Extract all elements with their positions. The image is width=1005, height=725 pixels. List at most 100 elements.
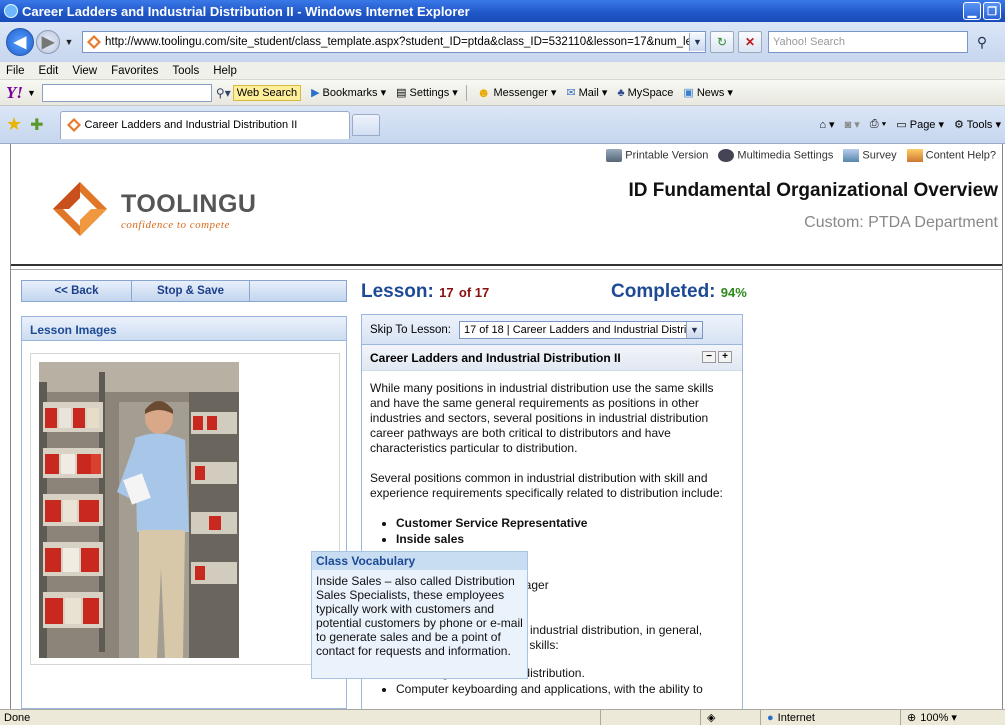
address-toolbar: ◀ ▶ ▼ http://www.toolingu.com/site_stude… bbox=[0, 22, 1005, 62]
content-help-link[interactable]: Content Help? bbox=[906, 149, 996, 162]
history-dropdown-icon[interactable]: ▼ bbox=[62, 37, 76, 47]
menu-view[interactable]: View bbox=[72, 65, 97, 77]
tab-current[interactable]: Career Ladders and Industrial Distributi… bbox=[59, 110, 350, 139]
messenger-button[interactable]: ☻ Messenger ▾ bbox=[477, 85, 557, 100]
feeds-icon[interactable]: ◙ ▾ bbox=[845, 118, 860, 131]
yahoo-logo-icon[interactable]: Y! bbox=[6, 83, 23, 103]
printable-version-link[interactable]: Printable Version bbox=[606, 149, 708, 162]
address-bar[interactable]: http://www.toolingu.com/site_student/cla… bbox=[82, 31, 706, 53]
menu-edit[interactable]: Edit bbox=[39, 65, 59, 77]
command-bar: ⌂ ▾ ◙ ▾ ⎙ ▾ ▭ Page ▾ ⚙ Tools ▾ bbox=[819, 118, 1001, 131]
search-icon[interactable]: ⚲ bbox=[970, 31, 994, 53]
obscured-paragraph-fragment-1: n industrial distribution, in general, bbox=[520, 623, 703, 637]
myspace-button[interactable]: ♣ MySpace bbox=[617, 87, 673, 99]
page-menu[interactable]: ▭ Page ▾ bbox=[896, 118, 944, 131]
tab-bar: ★ ✚ Career Ladders and Industrial Distri… bbox=[0, 106, 1005, 144]
zoom-level: 100% bbox=[920, 711, 949, 724]
yahoo-toolbar: Y! ▼ ⚲▾ Web Search ▶ Bookmarks ▾ ▤ Settin… bbox=[0, 80, 1005, 106]
yahoo-search-input[interactable] bbox=[41, 83, 212, 102]
multimedia-icon bbox=[718, 149, 735, 162]
stop-icon[interactable]: ✕ bbox=[738, 31, 762, 53]
mail-icon: ✉ bbox=[566, 87, 576, 99]
utility-links: Printable Version Multimedia Settings Su… bbox=[606, 149, 996, 162]
bookmarks-button[interactable]: ▶ Bookmarks ▾ bbox=[311, 86, 386, 100]
decrease-text-icon[interactable]: − bbox=[702, 351, 716, 363]
status-bar: Done ◈ ● Internet ⊕ 100% ▾ bbox=[0, 709, 1005, 725]
window-title: Career Ladders and Industrial Distributi… bbox=[22, 3, 470, 19]
yahoo-dropdown-icon[interactable]: ▼ bbox=[27, 88, 36, 98]
maximize-button[interactable]: ❐ bbox=[983, 2, 1001, 20]
lesson-images-panel: Lesson Images bbox=[21, 316, 347, 709]
refresh-icon[interactable]: ↻ bbox=[710, 31, 734, 53]
internet-zone: ● Internet bbox=[760, 709, 900, 725]
list-item: Customer Service Representative bbox=[396, 516, 734, 531]
content-help-label: Content Help? bbox=[925, 149, 996, 162]
multimedia-settings-link[interactable]: Multimedia Settings bbox=[718, 149, 833, 162]
tools-menu[interactable]: ⚙ Tools ▾ bbox=[954, 118, 1001, 131]
survey-link[interactable]: Survey bbox=[843, 149, 897, 162]
print-icon[interactable]: ⎙ ▾ bbox=[870, 118, 886, 131]
photo-frame bbox=[30, 353, 340, 665]
increase-text-icon[interactable]: + bbox=[718, 351, 732, 363]
warehouse-worker-photo bbox=[39, 362, 239, 658]
myspace-icon: ♣ bbox=[617, 86, 625, 99]
myspace-label: MySpace bbox=[627, 86, 674, 99]
menu-help[interactable]: Help bbox=[213, 65, 237, 77]
menu-tools[interactable]: Tools bbox=[172, 65, 199, 77]
tab-title: Career Ladders and Industrial Distributi… bbox=[84, 119, 298, 131]
new-tab-button[interactable] bbox=[351, 113, 380, 136]
toolingu-logo-icon bbox=[53, 182, 107, 236]
positions-list: Customer Service Representative Inside s… bbox=[396, 516, 734, 547]
search-input[interactable]: Yahoo! Search bbox=[768, 31, 968, 53]
brand-tagline: confidence to compete bbox=[121, 219, 230, 231]
chevron-down-icon[interactable]: ▼ bbox=[685, 321, 702, 338]
bookmarks-label: Bookmarks bbox=[322, 86, 378, 99]
web-search-button[interactable]: Web Search bbox=[232, 84, 302, 101]
lesson-label: Lesson: bbox=[361, 281, 434, 302]
zoom-control[interactable]: ⊕ 100% ▾ bbox=[900, 709, 1005, 725]
help-icon bbox=[906, 149, 923, 162]
news-label: News bbox=[696, 86, 725, 99]
bookmark-icon: ▶ bbox=[311, 87, 320, 99]
class-vocabulary-popup: Class Vocabulary Inside Sales – also cal… bbox=[311, 551, 528, 679]
lesson-title: Career Ladders and Industrial Distributi… bbox=[370, 350, 621, 365]
menu-favorites[interactable]: Favorites bbox=[111, 65, 158, 77]
menu-bar: File Edit View Favorites Tools Help bbox=[0, 62, 1005, 80]
page-menu-label: Page bbox=[909, 119, 936, 131]
vocabulary-title: Class Vocabulary bbox=[312, 552, 527, 570]
home-icon[interactable]: ⌂ ▾ bbox=[819, 118, 834, 131]
mail-button[interactable]: ✉ Mail ▾ bbox=[566, 86, 607, 100]
news-icon: ▣ bbox=[683, 87, 694, 99]
site-favicon-icon bbox=[66, 118, 81, 132]
forward-arrow-icon[interactable]: ▶ bbox=[36, 30, 60, 54]
add-favorite-icon[interactable]: ✚ bbox=[30, 115, 43, 135]
zone-label: Internet bbox=[777, 711, 815, 724]
search-icon[interactable]: ⚲▾ bbox=[216, 86, 231, 100]
back-arrow-icon[interactable]: ◀ bbox=[6, 28, 34, 56]
settings-button[interactable]: ▤ Settings ▾ bbox=[396, 86, 458, 100]
stop-save-button[interactable]: Stop & Save bbox=[132, 280, 250, 302]
lesson-paragraph-2: Several positions common in industrial d… bbox=[370, 471, 723, 500]
obscured-list-item-fragment: nager bbox=[518, 578, 549, 592]
header-divider bbox=[11, 264, 1002, 270]
list-item: Inside sales bbox=[396, 532, 734, 547]
menu-file[interactable]: File bbox=[6, 65, 25, 77]
minimize-button[interactable]: ▁ bbox=[963, 2, 981, 20]
lesson-total: of 17 bbox=[458, 285, 490, 300]
lesson-counter: Lesson: 17 of 17 bbox=[361, 281, 489, 303]
favorites-star-icon[interactable]: ★ bbox=[6, 114, 22, 135]
skip-lesson-select[interactable]: 17 of 18 | Career Ladders and Industrial… bbox=[458, 320, 703, 339]
smiley-icon: ☻ bbox=[476, 85, 491, 100]
skip-lesson-row: Skip To Lesson: 17 of 18 | Career Ladder… bbox=[362, 315, 742, 345]
news-button[interactable]: ▣ News ▾ bbox=[683, 86, 732, 100]
survey-icon bbox=[843, 149, 860, 162]
list-item: Computer keyboarding and applications, w… bbox=[396, 682, 734, 697]
toolingu-logo[interactable]: TOOLINGU confidence to compete bbox=[51, 180, 256, 238]
skip-label: Skip To Lesson: bbox=[370, 323, 451, 336]
lesson-current: 17 bbox=[439, 285, 454, 300]
address-dropdown-icon[interactable]: ▼ bbox=[689, 33, 705, 51]
ie-icon bbox=[4, 4, 18, 18]
back-button[interactable]: << Back bbox=[22, 280, 132, 302]
status-empty-cell bbox=[600, 709, 700, 725]
messenger-label: Messenger bbox=[493, 86, 548, 99]
